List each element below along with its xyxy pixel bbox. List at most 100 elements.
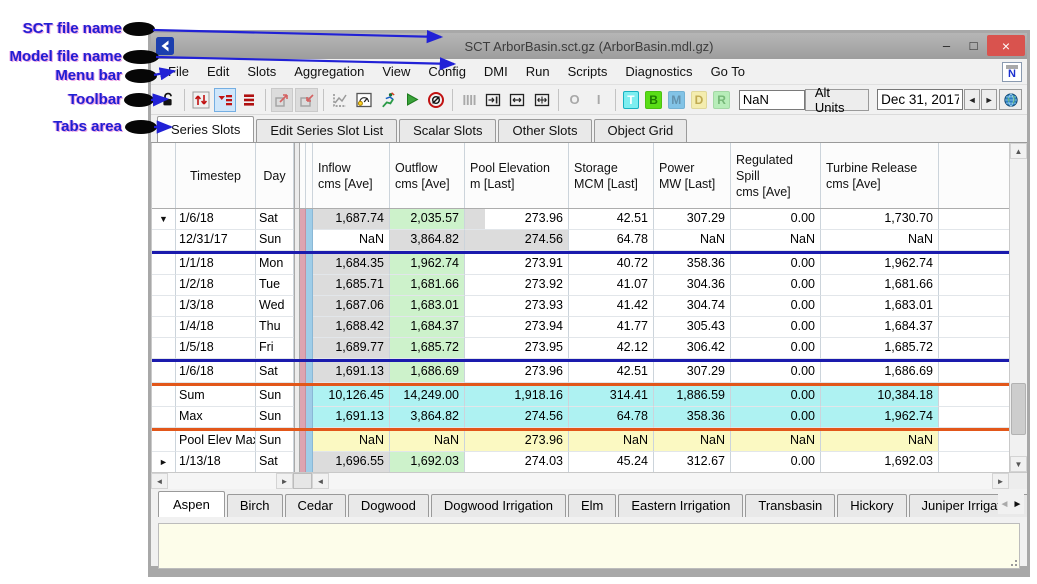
day-cell[interactable]: Sun bbox=[256, 230, 294, 251]
scroll-down-icon[interactable]: ▼ bbox=[1010, 456, 1027, 472]
value-cell[interactable]: 0.00 bbox=[731, 362, 821, 383]
value-cell[interactable]: 10,384.18 bbox=[821, 386, 939, 407]
resize-grip[interactable] bbox=[1007, 556, 1017, 566]
value-cell[interactable]: 1,687.06 bbox=[313, 296, 390, 317]
value-cell[interactable]: 1,689.77 bbox=[313, 338, 390, 359]
right-pane-scroll-right-icon[interactable]: ► bbox=[992, 473, 1009, 489]
value-cell[interactable]: 64.78 bbox=[569, 407, 654, 428]
column-header-turbine-release[interactable]: Turbine Releasecms [Ave] bbox=[821, 143, 939, 208]
timesteps-as-rows-icon[interactable] bbox=[214, 88, 236, 112]
value-cell[interactable]: 41.77 bbox=[569, 317, 654, 338]
column-header-storage[interactable]: StorageMCM [Last] bbox=[569, 143, 654, 208]
day-column-header[interactable]: Day bbox=[256, 143, 294, 208]
object-tab-hickory[interactable]: Hickory bbox=[837, 494, 906, 517]
open-slot-dialog-icon[interactable] bbox=[271, 88, 293, 112]
day-cell[interactable]: Tue bbox=[256, 275, 294, 296]
swap-orientation-icon[interactable] bbox=[190, 88, 212, 112]
tab-object-grid[interactable]: Object Grid bbox=[594, 119, 688, 142]
value-cell[interactable]: 358.36 bbox=[654, 254, 731, 275]
start-run-icon[interactable] bbox=[401, 88, 423, 112]
value-cell[interactable]: 273.93 bbox=[465, 296, 569, 317]
title-bar[interactable]: SCT ArborBasin.sct.gz (ArborBasin.mdl.gz… bbox=[151, 33, 1027, 59]
goto-slot-icon[interactable] bbox=[295, 88, 317, 112]
value-cell[interactable]: 273.91 bbox=[465, 254, 569, 275]
left-pane-scroll-track[interactable] bbox=[168, 473, 276, 489]
flag-rule-chip[interactable]: R bbox=[713, 91, 730, 109]
value-cell[interactable]: 0.00 bbox=[731, 407, 821, 428]
menu-item-edit[interactable]: Edit bbox=[198, 61, 238, 82]
minimize-button[interactable]: – bbox=[933, 35, 960, 56]
value-cell[interactable]: NaN bbox=[654, 230, 731, 251]
value-cell[interactable]: 42.51 bbox=[569, 362, 654, 383]
run-control-icon[interactable] bbox=[353, 88, 375, 112]
day-cell[interactable]: Thu bbox=[256, 317, 294, 338]
day-cell[interactable]: Sun bbox=[256, 407, 294, 428]
value-cell[interactable]: 305.43 bbox=[654, 317, 731, 338]
value-cell[interactable]: 314.41 bbox=[569, 386, 654, 407]
tab-scalar-slots[interactable]: Scalar Slots bbox=[399, 119, 496, 142]
lock-open-icon[interactable] bbox=[157, 88, 179, 112]
object-tab-eastern-irrigation[interactable]: Eastern Irrigation bbox=[618, 494, 743, 517]
value-cell[interactable]: 273.92 bbox=[465, 275, 569, 296]
column-header-pool-elevation[interactable]: Pool Elevationm [Last] bbox=[465, 143, 569, 208]
value-cell[interactable]: 42.12 bbox=[569, 338, 654, 359]
value-cell[interactable]: 64.78 bbox=[569, 230, 654, 251]
value-cell[interactable]: NaN bbox=[569, 431, 654, 452]
value-cell[interactable]: 0.00 bbox=[731, 452, 821, 472]
value-cell[interactable]: NaN bbox=[731, 431, 821, 452]
value-cell[interactable]: NaN bbox=[313, 230, 390, 251]
day-cell[interactable]: Wed bbox=[256, 296, 294, 317]
value-cell[interactable]: 273.95 bbox=[465, 338, 569, 359]
timestep-cell[interactable]: 1/5/18 bbox=[176, 338, 256, 359]
object-tab-transbasin[interactable]: Transbasin bbox=[745, 494, 835, 517]
menu-item-view[interactable]: View bbox=[373, 61, 419, 82]
timestep-cell[interactable]: 1/4/18 bbox=[176, 317, 256, 338]
value-cell[interactable]: 1,683.01 bbox=[390, 296, 465, 317]
stop-run-icon[interactable] bbox=[425, 88, 447, 112]
menu-item-scripts[interactable]: Scripts bbox=[559, 61, 617, 82]
expand-columns-icon[interactable] bbox=[530, 88, 552, 112]
left-pane-scroll-left-icon[interactable]: ◄ bbox=[151, 473, 168, 489]
day-cell[interactable]: Mon bbox=[256, 254, 294, 275]
value-cell[interactable]: 0.00 bbox=[731, 254, 821, 275]
value-cell[interactable]: NaN bbox=[821, 230, 939, 251]
day-cell[interactable]: Sun bbox=[256, 431, 294, 452]
nan-value-input[interactable] bbox=[739, 90, 805, 110]
value-cell[interactable]: 1,684.37 bbox=[821, 317, 939, 338]
timestep-cell[interactable]: 1/3/18 bbox=[176, 296, 256, 317]
flag-best-chip[interactable]: B bbox=[645, 91, 662, 109]
value-cell[interactable]: 3,864.82 bbox=[390, 407, 465, 428]
column-header-outflow[interactable]: Outflowcms [Ave] bbox=[390, 143, 465, 208]
column-header-inflow[interactable]: Inflowcms [Ave] bbox=[313, 143, 390, 208]
value-cell[interactable]: 1,962.74 bbox=[821, 254, 939, 275]
right-pane-scroll-left-icon[interactable]: ◄ bbox=[312, 473, 329, 489]
value-cell[interactable]: 304.74 bbox=[654, 296, 731, 317]
value-cell[interactable]: 1,692.03 bbox=[821, 452, 939, 472]
value-cell[interactable]: 1,962.74 bbox=[390, 254, 465, 275]
value-cell[interactable]: 1,683.01 bbox=[821, 296, 939, 317]
date-field[interactable] bbox=[877, 89, 963, 110]
goto-date-button[interactable] bbox=[999, 89, 1022, 110]
value-cell[interactable]: 274.03 bbox=[465, 452, 569, 472]
input-flag-button[interactable]: I bbox=[588, 88, 610, 112]
value-cell[interactable]: 1,686.69 bbox=[390, 362, 465, 383]
fit-columns-icon[interactable] bbox=[506, 88, 528, 112]
value-cell[interactable]: 307.29 bbox=[654, 362, 731, 383]
object-tabs-scroll-left-icon[interactable]: ◄ bbox=[998, 494, 1011, 514]
timestep-cell[interactable]: 1/2/18 bbox=[176, 275, 256, 296]
day-cell[interactable]: Fri bbox=[256, 338, 294, 359]
object-tab-birch[interactable]: Birch bbox=[227, 494, 283, 517]
value-cell[interactable]: 0.00 bbox=[731, 317, 821, 338]
maximize-button[interactable]: □ bbox=[960, 35, 987, 56]
value-cell[interactable]: 358.36 bbox=[654, 407, 731, 428]
alt-units-button[interactable]: Alt Units bbox=[805, 89, 869, 111]
value-cell[interactable]: 1,684.35 bbox=[313, 254, 390, 275]
value-cell[interactable]: 41.42 bbox=[569, 296, 654, 317]
value-cell[interactable]: 1,688.42 bbox=[313, 317, 390, 338]
shrink-columns-icon[interactable] bbox=[482, 88, 504, 112]
menu-item-go-to[interactable]: Go To bbox=[702, 61, 754, 82]
value-cell[interactable]: 40.72 bbox=[569, 254, 654, 275]
object-tab-dogwood-irrigation[interactable]: Dogwood Irrigation bbox=[431, 494, 566, 517]
object-tab-cedar[interactable]: Cedar bbox=[285, 494, 346, 517]
value-cell[interactable]: 45.24 bbox=[569, 452, 654, 472]
